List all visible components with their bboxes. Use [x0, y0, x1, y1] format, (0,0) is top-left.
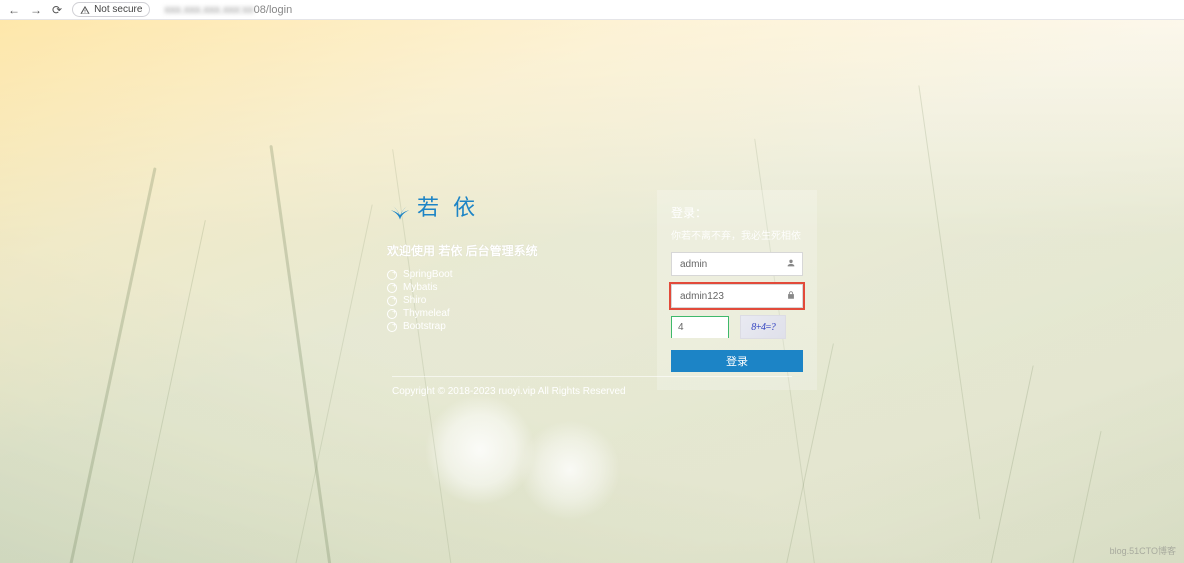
- feature-item: Thymeleaf: [387, 308, 597, 319]
- logo-icon: [387, 204, 413, 222]
- security-label: Not secure: [94, 4, 142, 15]
- feature-item: SpringBoot: [387, 269, 597, 280]
- brand: 若 依: [387, 190, 597, 222]
- feature-item: Mybatis: [387, 282, 597, 293]
- warning-icon: [80, 5, 90, 15]
- feature-item: Bootstrap: [387, 321, 597, 332]
- login-subtitle: 你若不离不弃，我必生死相依: [671, 227, 803, 242]
- brand-name: 若 依: [417, 190, 479, 222]
- login-title: 登录：: [671, 204, 803, 221]
- back-button[interactable]: ←: [8, 3, 20, 17]
- page-background: 若 依 欢迎使用 若依 后台管理系统 SpringBoot Mybatis Sh…: [0, 20, 1184, 563]
- login-panel: 登录： 你若不离不弃，我必生死相依 8+4=? 登录: [657, 190, 817, 390]
- forward-button[interactable]: →: [30, 3, 42, 17]
- password-input[interactable]: [672, 285, 802, 307]
- feature-item: Shiro: [387, 295, 597, 306]
- login-button[interactable]: 登录: [671, 350, 803, 372]
- reload-button[interactable]: ⟳: [52, 3, 62, 17]
- captcha-image[interactable]: 8+4=?: [741, 316, 785, 338]
- user-icon: [786, 255, 796, 273]
- username-row: [671, 252, 803, 276]
- captcha-input[interactable]: [672, 318, 728, 338]
- feature-list: SpringBoot Mybatis Shiro Thymeleaf Boots…: [387, 269, 597, 332]
- url-hidden: xxx.xxx.xxx.xxx:xx: [164, 4, 253, 16]
- username-input[interactable]: [672, 253, 802, 275]
- welcome-text: 欢迎使用 若依 后台管理系统: [387, 242, 597, 259]
- lock-icon: [786, 287, 796, 305]
- security-badge[interactable]: Not secure: [72, 2, 150, 17]
- watermark: blog.51CTO博客: [1110, 544, 1176, 557]
- captcha-input-wrap: [671, 316, 729, 338]
- captcha-row: 8+4=?: [671, 316, 803, 338]
- url-suffix: 08/login: [254, 4, 293, 16]
- password-row: [671, 284, 803, 308]
- browser-bar: ← → ⟳ Not secure xxx.xxx.xxx.xxx:xx08/lo…: [0, 0, 1184, 20]
- intro-column: 若 依 欢迎使用 若依 后台管理系统 SpringBoot Mybatis Sh…: [387, 190, 597, 334]
- url-bar[interactable]: xxx.xxx.xxx.xxx:xx08/login: [164, 4, 292, 16]
